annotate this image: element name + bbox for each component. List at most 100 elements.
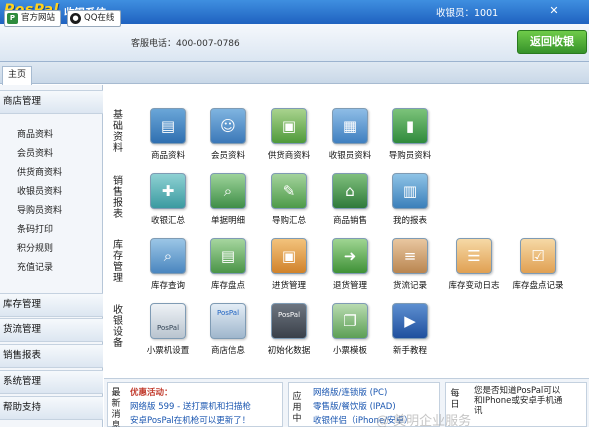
tab-home[interactable]: 主页 (2, 66, 32, 85)
sidebar-item-members[interactable]: 会员资料 (17, 146, 53, 159)
back-to-cashier-button[interactable]: 返回收银 (517, 30, 587, 54)
sidebar-head-system[interactable]: 系统管理 (0, 370, 103, 394)
module-label: 供货商资料 (267, 151, 311, 161)
sidebar-item-products[interactable]: 商品资料 (17, 127, 53, 140)
sidebar-head-help[interactable]: 帮助支持 (0, 396, 103, 420)
module-stock-count[interactable]: ▤ 库存盘点 (196, 238, 260, 291)
sidebar-item-suppliers[interactable]: 供货商资料 (17, 165, 62, 178)
close-icon[interactable]: ✕ (546, 3, 562, 18)
stock-search-icon: ⌕ (150, 238, 186, 274)
section-label-device: 收银设备 (113, 305, 123, 349)
guide-badge-icon: ▮ (392, 108, 428, 144)
init-box-icon: PosPal (271, 303, 307, 339)
daily-tip-line-1: 您是否知道PosPal可以 (474, 386, 561, 396)
module-label: 导购汇总 (271, 216, 306, 226)
module-label: 小票模板 (332, 346, 367, 356)
module-label: 商品资料 (150, 151, 185, 161)
section-label-basic: 基础资料 (113, 110, 123, 154)
sidebar-item-cashiers[interactable]: 收银员资料 (17, 184, 62, 197)
module-label: 退货管理 (332, 281, 367, 291)
watermark: @ 美明企业服务 (376, 414, 472, 427)
sidebar-head-sales[interactable]: 销售报表 (0, 344, 103, 368)
sidebar-head-shop[interactable]: 商店管理 (0, 90, 103, 114)
module-stock-change-log[interactable]: ☰ 库存变动日志 (442, 238, 506, 291)
module-label: 单据明细 (210, 216, 245, 226)
module-label: 初始化数据 (267, 346, 311, 356)
news-side-label: 最新消息 (111, 388, 121, 427)
module-label: 库存盘点 (210, 281, 245, 291)
app-link-network[interactable]: 网络版/连锁版 (PC) (313, 387, 387, 399)
module-sales-summary[interactable]: ✚ 收银汇总 (136, 173, 200, 226)
sidebar-item-barcode[interactable]: 条码打印 (17, 222, 53, 235)
qq-online-button[interactable]: ● QQ在线 (67, 10, 121, 27)
purchase-boxes-icon: ▣ (271, 238, 307, 274)
product-card-icon: ▤ (150, 108, 186, 144)
apps-side-label: 应用中 (292, 392, 302, 424)
sidebar: 商店管理 商品资料 会员资料 供货商资料 收银员资料 导购员资料 条码打印 积分… (0, 85, 103, 427)
module-receipt-template[interactable]: ❐ 小票模板 (318, 303, 382, 356)
sidebar-head-inventory[interactable]: 库存管理 (0, 293, 103, 317)
shop-sign-icon: PosPal (210, 303, 246, 339)
module-purchase[interactable]: ▣ 进货管理 (257, 238, 321, 291)
summary-sheet-icon: ✚ (150, 173, 186, 209)
module-label: 库存盘点记录 (512, 281, 564, 291)
module-label: 新手教程 (392, 346, 427, 356)
module-label: 我的报表 (392, 216, 427, 226)
qq-online-label: QQ在线 (84, 13, 115, 23)
sidebar-head-flow[interactable]: 货流管理 (0, 318, 103, 342)
printer-brand-text: PosPal (156, 324, 180, 332)
pospal-p-icon: P (7, 13, 18, 24)
module-stock-count-records[interactable]: ☑ 库存盘点记录 (506, 238, 570, 291)
section-label-sales: 销售报表 (113, 176, 123, 220)
receipt-printer-icon: PosPal (150, 303, 186, 339)
module-returns[interactable]: ➜ 退货管理 (318, 238, 382, 291)
tab-strip (0, 62, 589, 84)
module-label: 商品销售 (332, 216, 367, 226)
module-cashiers[interactable]: ▦ 收银员资料 (318, 108, 382, 161)
module-guides[interactable]: ▮ 导购员资料 (378, 108, 442, 161)
play-video-icon: ▶ (392, 303, 428, 339)
official-site-button[interactable]: P 官方网站 (4, 10, 61, 27)
module-suppliers[interactable]: ▣ 供货商资料 (257, 108, 321, 161)
clipboard-icon: ✎ (271, 173, 307, 209)
promo-link-2[interactable]: 安卓PosPal在机枪可以更新了！ (130, 415, 250, 427)
supplier-box-icon: ▣ (271, 108, 307, 144)
return-arrow-icon: ➜ (332, 238, 368, 274)
stock-count-icon: ▤ (210, 238, 246, 274)
module-my-reports[interactable]: ▥ 我的报表 (378, 173, 442, 226)
module-init-data[interactable]: PosPal 初始化数据 (257, 303, 321, 356)
module-label: 货流记录 (392, 281, 427, 291)
promo-link-1[interactable]: 网络版 599 - 送打票机和扫描枪 (130, 401, 251, 413)
module-products[interactable]: ▤ 商品资料 (136, 108, 200, 161)
module-flow-records[interactable]: ≡ 货流记录 (378, 238, 442, 291)
module-label: 收银员资料 (328, 151, 372, 161)
module-receipt-detail[interactable]: ⌕ 单据明细 (196, 173, 260, 226)
cashier-label: 收银员：1001 (436, 8, 499, 19)
support-phone: 客服电话：400-007-0786 (131, 39, 240, 49)
module-tutorial[interactable]: ▶ 新手教程 (378, 303, 442, 356)
module-label: 小票机设置 (146, 346, 190, 356)
module-label: 进货管理 (271, 281, 306, 291)
official-site-label: 官方网站 (21, 13, 56, 23)
box-brand-text: PosPal (277, 311, 301, 319)
change-log-notepad-icon: ☰ (456, 238, 492, 274)
count-record-notepad-icon: ☑ (520, 238, 556, 274)
qq-penguin-icon: ● (70, 13, 81, 24)
module-label: 收银汇总 (150, 216, 185, 226)
module-guide-summary[interactable]: ✎ 导购汇总 (257, 173, 321, 226)
daily-side-label: 每日 (450, 389, 460, 410)
sidebar-item-recharge[interactable]: 充值记录 (17, 260, 53, 273)
member-person-icon: ☺ (210, 108, 246, 144)
basket-icon: ⌂ (332, 173, 368, 209)
module-printer-settings[interactable]: PosPal 小票机设置 (136, 303, 200, 356)
module-label: 商店信息 (210, 346, 245, 356)
module-shop-info[interactable]: PosPal 商店信息 (196, 303, 260, 356)
module-members[interactable]: ☺ 会员资料 (196, 108, 260, 161)
sidebar-item-points[interactable]: 积分规则 (17, 241, 53, 254)
daily-tip-line-2: 和IPhone或安卓手机通 (474, 396, 563, 406)
module-stock-query[interactable]: ⌕ 库存查询 (136, 238, 200, 291)
sidebar-item-guides[interactable]: 导购员资料 (17, 203, 62, 216)
module-product-sales[interactable]: ⌂ 商品销售 (318, 173, 382, 226)
module-label: 导购员资料 (388, 151, 432, 161)
toolbar (0, 24, 589, 62)
